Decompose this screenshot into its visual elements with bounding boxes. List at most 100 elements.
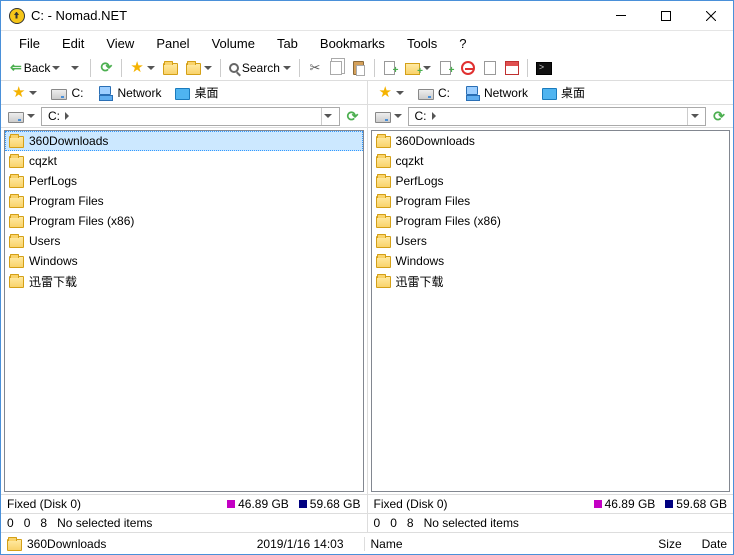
delete-button[interactable] — [458, 57, 478, 79]
toolbar: ⇐ Back ⟳ ★ Search ✂ — [1, 55, 733, 81]
folder-icon — [376, 236, 391, 248]
new-folder-button[interactable] — [402, 57, 434, 79]
free-space: 46.89 GB — [238, 497, 289, 511]
copy-button[interactable] — [327, 57, 347, 79]
drive-c-right[interactable]: C: — [413, 85, 455, 101]
close-button[interactable] — [688, 2, 733, 30]
clipboard-icon — [353, 61, 364, 75]
file-row[interactable]: Program Files (x86) — [5, 211, 363, 231]
menu-volume[interactable]: Volume — [202, 34, 265, 53]
separator — [121, 59, 122, 77]
maximize-button[interactable] — [643, 2, 688, 30]
left-disk-status: Fixed (Disk 0) 46.89 GB 59.68 GB — [1, 495, 367, 513]
back-button[interactable]: ⇐ Back — [7, 57, 63, 79]
favorites-button[interactable]: ★ — [127, 57, 157, 79]
file-row[interactable]: Windows — [5, 251, 363, 271]
right-file-list[interactable]: 360DownloadscqzktPerfLogsProgram FilesPr… — [371, 130, 731, 492]
file-row[interactable]: Program Files (x86) — [372, 211, 730, 231]
drive-c-label: C: — [438, 86, 450, 100]
file-row[interactable]: 360Downloads — [5, 131, 363, 151]
file-row[interactable]: cqzkt — [5, 151, 363, 171]
menu-file[interactable]: File — [9, 34, 50, 53]
paste-button[interactable] — [349, 57, 369, 79]
col-size[interactable]: Size — [658, 537, 681, 551]
properties-button[interactable] — [480, 57, 500, 79]
right-path-box[interactable]: C: — [408, 107, 707, 126]
folder-icon — [376, 256, 391, 268]
network-right[interactable]: Network — [459, 85, 533, 101]
right-path-dropdown[interactable] — [687, 108, 701, 125]
separator — [220, 59, 221, 77]
drive-c-left[interactable]: C: — [46, 85, 88, 101]
date-button[interactable] — [502, 57, 522, 79]
folder-icon — [163, 63, 178, 75]
file-row[interactable]: 迅雷下载 — [372, 271, 730, 291]
favorites-left[interactable]: ★ — [7, 84, 42, 102]
col-name[interactable]: Name — [371, 537, 403, 551]
menu-tools[interactable]: Tools — [397, 34, 447, 53]
left-drive-tabs: ★ C: Network 桌面 — [1, 81, 367, 104]
total-space-indicator — [665, 500, 673, 508]
network-left[interactable]: Network — [92, 85, 166, 101]
folder-icon — [9, 236, 24, 248]
left-file-list[interactable]: 360DownloadscqzktPerfLogsProgram FilesPr… — [4, 130, 364, 492]
folder-open-button[interactable] — [160, 57, 181, 79]
menu-view[interactable]: View — [96, 34, 144, 53]
disk-label: Fixed (Disk 0) — [374, 497, 448, 511]
right-path-refresh[interactable]: ⟳ — [709, 105, 729, 127]
scissors-icon: ✂ — [309, 60, 320, 76]
desktop-right[interactable]: 桌面 — [537, 83, 590, 102]
file-name: Users — [29, 234, 60, 248]
menu-tab[interactable]: Tab — [267, 34, 308, 53]
right-path-menu[interactable] — [372, 105, 405, 127]
favorites-right[interactable]: ★ — [374, 84, 409, 102]
chevron-down-icon — [52, 66, 60, 70]
cut-button[interactable]: ✂ — [305, 57, 325, 79]
total-space: 59.68 GB — [676, 497, 727, 511]
file-row[interactable]: Users — [5, 231, 363, 251]
link-button[interactable] — [436, 57, 456, 79]
minimize-button[interactable] — [598, 2, 643, 30]
new-file-button[interactable] — [380, 57, 400, 79]
left-path-dropdown[interactable] — [321, 108, 335, 125]
terminal-button[interactable] — [533, 57, 555, 79]
file-row[interactable]: PerfLogs — [5, 171, 363, 191]
col-date[interactable]: Date — [702, 537, 727, 551]
file-row[interactable]: Users — [372, 231, 730, 251]
left-path-menu[interactable] — [5, 105, 38, 127]
file-row[interactable]: Windows — [372, 251, 730, 271]
menu-panel[interactable]: Panel — [146, 34, 199, 53]
path-segment-c[interactable]: C: — [46, 109, 62, 123]
separator — [374, 59, 375, 77]
folder-star-button[interactable] — [183, 57, 215, 79]
right-panel: 360DownloadscqzktPerfLogsProgram FilesPr… — [367, 128, 734, 494]
file-row[interactable]: PerfLogs — [372, 171, 730, 191]
menu-help[interactable]: ? — [449, 34, 476, 53]
path-segment-c[interactable]: C: — [413, 109, 429, 123]
file-row[interactable]: Program Files — [372, 191, 730, 211]
file-row[interactable]: 迅雷下载 — [5, 271, 363, 291]
file-row[interactable]: 360Downloads — [372, 131, 730, 151]
drive-icon — [375, 112, 391, 123]
search-button[interactable]: Search — [226, 57, 294, 79]
file-row[interactable]: Program Files — [5, 191, 363, 211]
star-icon: ★ — [12, 85, 25, 101]
selection-status-bar: 0 0 8 No selected items 0 0 8 No selecte… — [1, 513, 733, 532]
folder-icon — [376, 216, 391, 228]
window-title: C: - Nomad.NET — [31, 8, 598, 23]
file-row[interactable]: cqzkt — [372, 151, 730, 171]
calendar-icon — [505, 61, 519, 75]
new-folder-icon — [405, 63, 420, 75]
refresh-button[interactable]: ⟳ — [96, 57, 116, 79]
refresh-icon: ⟳ — [101, 59, 113, 76]
left-path-box[interactable]: C: — [41, 107, 340, 126]
sel-count-c: 8 — [407, 516, 414, 530]
desktop-left[interactable]: 桌面 — [170, 83, 223, 102]
menu-bookmarks[interactable]: Bookmarks — [310, 34, 395, 53]
left-path-refresh[interactable]: ⟳ — [343, 105, 363, 127]
search-icon — [229, 63, 239, 73]
forward-button[interactable] — [65, 57, 85, 79]
menu-edit[interactable]: Edit — [52, 34, 94, 53]
drive-bar: ★ C: Network 桌面 ★ C: Network 桌面 — [1, 81, 733, 105]
chevron-down-icon — [27, 114, 35, 118]
